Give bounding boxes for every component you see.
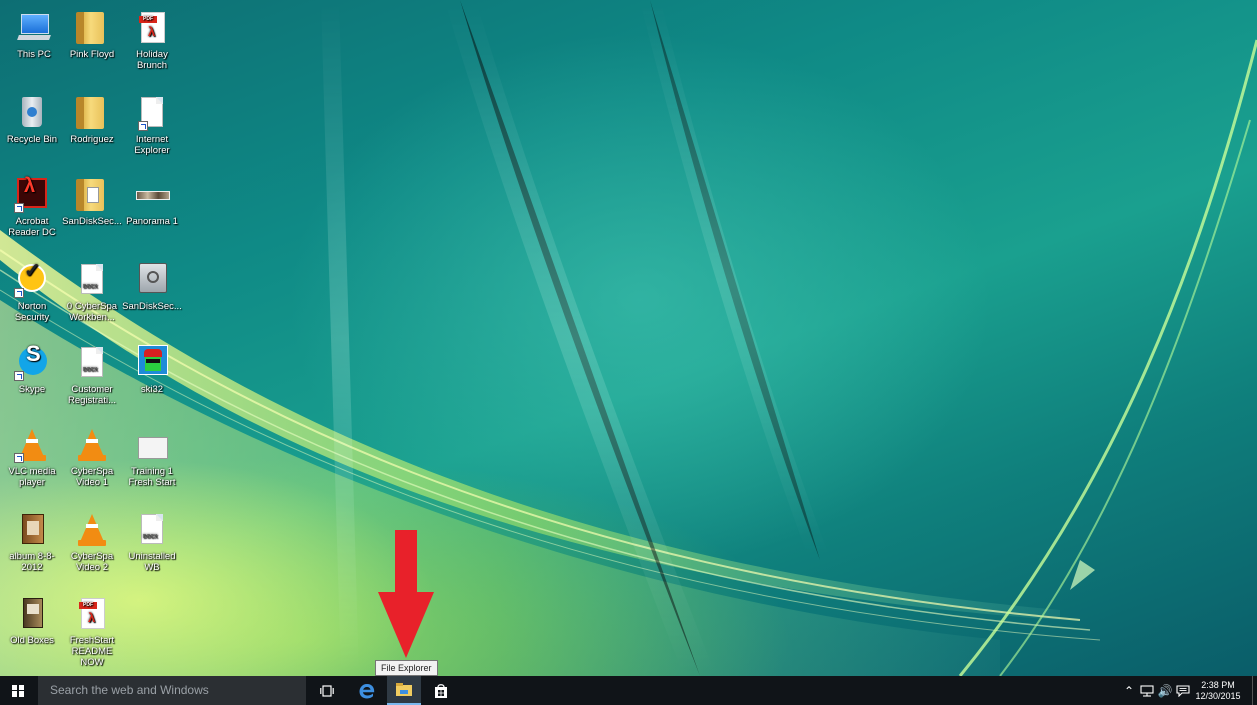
skype-icon: S (14, 343, 50, 381)
desktop-icon-holiday-brunch[interactable]: PDF λ Holiday Brunch (122, 10, 182, 71)
shortcut-arrow-icon (14, 371, 24, 381)
desktop-icon-old-boxes[interactable]: Old Boxes (2, 596, 62, 646)
folder-icon (74, 10, 110, 46)
desktop-icon-album-8-8-2012[interactable]: album 8-8-2012 (2, 512, 62, 573)
taskbar: Search the web and Windows ⌃ 🔊 2:38 PM 1… (0, 676, 1257, 705)
file-explorer-button[interactable] (387, 676, 421, 705)
desktop: This PC Recycle Bin λ Acrobat Reader DC … (0, 0, 1257, 676)
windows-logo-icon (12, 684, 24, 697)
wallpaper (0, 0, 1257, 676)
volume-icon[interactable]: 🔊 (1156, 676, 1174, 705)
task-view-icon (320, 684, 334, 697)
shortcut-arrow-icon (138, 121, 148, 131)
start-button[interactable] (0, 676, 36, 705)
desktop-icon-training-1-fresh-start[interactable]: Training 1 Fresh Start (122, 427, 182, 488)
store-button[interactable] (424, 676, 458, 705)
folder-icon (74, 95, 110, 131)
clock[interactable]: 2:38 PM 12/30/2015 (1192, 680, 1244, 702)
docx-file-icon: DOCX (74, 345, 110, 381)
vault-icon (134, 262, 170, 298)
shortcut-arrow-icon (14, 453, 24, 463)
desktop-icon-skype[interactable]: S Skype (2, 343, 62, 395)
show-hidden-icons-chevron-up-icon[interactable]: ⌃ (1120, 676, 1138, 705)
docx-file-icon: DOCX (74, 262, 110, 298)
clock-date: 12/30/2015 (1195, 690, 1241, 701)
album-icon (14, 512, 50, 548)
panorama-image-icon (134, 177, 170, 213)
store-icon (435, 683, 447, 698)
folder-file-icon (74, 177, 110, 213)
image-file-icon (134, 427, 170, 463)
docx-file-icon: DOCX (134, 512, 170, 548)
network-icon[interactable] (1138, 676, 1156, 705)
desktop-icon-uninstalled-wb[interactable]: DOCX Uninstalled WB (122, 512, 182, 573)
ski-game-icon (134, 345, 170, 381)
shortcut-arrow-icon (14, 288, 24, 298)
edge-button[interactable] (350, 676, 384, 705)
desktop-icon-rodriguez[interactable]: Rodriguez (62, 95, 122, 145)
red-arrow-annotation (378, 530, 434, 658)
clock-time: 2:38 PM (1201, 679, 1235, 690)
show-desktop-button[interactable] (1252, 676, 1257, 705)
desktop-icon-this-pc[interactable]: This PC (4, 10, 64, 60)
file-explorer-tooltip: File Explorer (375, 660, 438, 676)
desktop-icon-vlc-media-player[interactable]: VLC media player (2, 427, 62, 488)
computer-icon (16, 10, 52, 46)
desktop-icon-norton-security[interactable]: ✓ Norton Security (2, 261, 62, 323)
pdf-file-icon: PDF λ (134, 10, 170, 46)
vlc-icon (74, 512, 110, 548)
action-center-icon[interactable] (1174, 676, 1192, 705)
desktop-icon-cyberspa-video-2[interactable]: CyberSpa Video 2 (62, 512, 122, 573)
desktop-icon-recycle-bin[interactable]: Recycle Bin (2, 95, 62, 145)
pdf-file-icon: PDF λ (74, 596, 110, 632)
acrobat-reader-icon: λ (14, 176, 50, 213)
recycle-bin-icon (14, 95, 50, 131)
desktop-icon-cyberspa-workbench[interactable]: DOCX 0 CyberSpa Workben... (62, 262, 122, 323)
old-boxes-icon (14, 596, 50, 632)
norton-icon: ✓ (14, 261, 50, 298)
desktop-icon-sandisksec-1[interactable]: SanDiskSec... (62, 177, 122, 227)
desktop-icon-customer-registration[interactable]: DOCX Customer Registrati... (62, 345, 122, 406)
shortcut-arrow-icon (14, 203, 24, 213)
vlc-icon (74, 427, 110, 463)
desktop-icon-panorama-1[interactable]: Panorama 1 (122, 177, 182, 227)
desktop-icon-sandisksec-2[interactable]: SanDiskSec... (122, 262, 182, 312)
desktop-icon-ski32[interactable]: ski32 (122, 345, 182, 395)
desktop-icon-freshstart-readme-now[interactable]: PDF λ FreshStart README NOW (62, 596, 122, 668)
task-view-button[interactable] (310, 676, 344, 705)
desktop-icon-acrobat-reader-dc[interactable]: λ Acrobat Reader DC (2, 176, 62, 238)
search-input[interactable]: Search the web and Windows (38, 676, 306, 705)
system-tray: ⌃ 🔊 2:38 PM 12/30/2015 (1120, 676, 1257, 705)
blank-file-icon (134, 95, 170, 131)
desktop-icon-cyberspa-video-1[interactable]: CyberSpa Video 1 (62, 427, 122, 488)
file-explorer-icon (396, 683, 412, 696)
edge-icon (359, 683, 375, 698)
desktop-icon-pink-floyd[interactable]: Pink Floyd (62, 10, 122, 60)
desktop-icon-internet-explorer[interactable]: Internet Explorer (122, 95, 182, 156)
vlc-icon (14, 427, 50, 463)
